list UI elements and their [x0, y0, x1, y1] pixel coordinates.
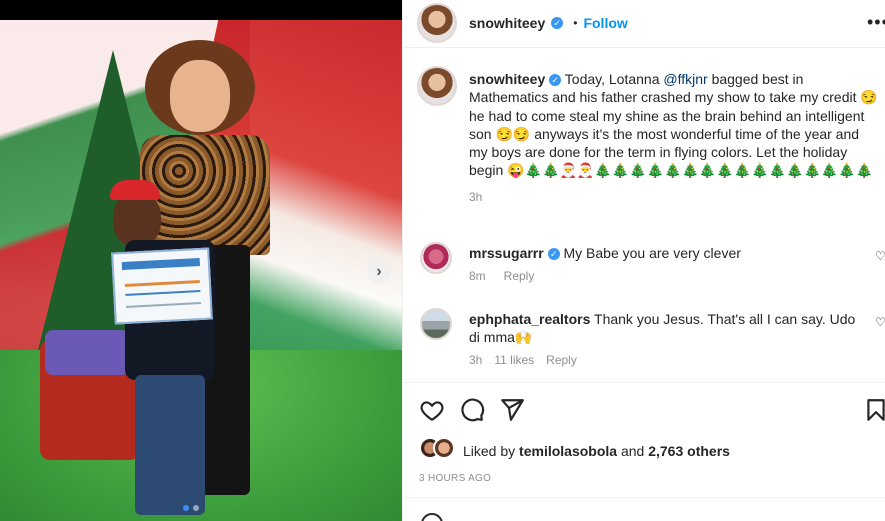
- comment-meta: 8m Reply: [469, 269, 534, 283]
- chevron-right-icon: ›: [376, 263, 382, 280]
- reply-button[interactable]: Reply: [504, 269, 535, 283]
- post-timestamp: 3 HOURS AGO: [419, 473, 492, 484]
- boy-figure: [105, 180, 215, 520]
- follow-button[interactable]: Follow: [583, 15, 627, 31]
- add-comment-bar[interactable]: [403, 497, 885, 521]
- comment-like-icon[interactable]: ♡: [875, 249, 885, 263]
- carousel-dot: [183, 505, 189, 511]
- emoji-icon[interactable]: [420, 512, 444, 521]
- carousel-next-button[interactable]: ›: [367, 260, 391, 284]
- post-header: snowhiteey ✓ • Follow •••: [403, 0, 885, 48]
- separator-dot: •: [573, 16, 578, 30]
- carousel-dot: [193, 505, 199, 511]
- caption-text: snowhiteey ✓ Today, Lotanna @ffkjnr bagg…: [469, 70, 879, 206]
- more-options-icon[interactable]: •••: [867, 12, 885, 33]
- commenter-username[interactable]: ephphata_realtors: [469, 311, 590, 327]
- likes-prefix: Liked by: [463, 443, 520, 459]
- share-icon[interactable]: [499, 397, 525, 423]
- carousel-dots: [183, 505, 199, 511]
- caption-avatar[interactable]: [417, 66, 457, 106]
- likes-middle: and: [617, 443, 649, 459]
- photo-top-bar: [0, 0, 402, 20]
- certificate: [111, 247, 213, 325]
- commenter-username[interactable]: mrssugarrr: [469, 245, 544, 261]
- caption-body-2: bagged best in Mathematics and his fathe…: [469, 71, 878, 179]
- comment-time: 3h: [469, 353, 483, 367]
- comment-text: ephphata_realtors Thank you Jesus. That'…: [469, 310, 869, 346]
- photo-scene: [0, 20, 402, 521]
- caption-time: 3h: [469, 189, 483, 204]
- comment-time: 8m: [469, 269, 486, 283]
- commenter-avatar[interactable]: [420, 308, 452, 340]
- comment-body: My Babe you are very clever: [563, 245, 741, 261]
- likes-summary: Liked by temilolasobola and 2,763 others: [463, 443, 730, 459]
- mention-link[interactable]: @ffkjnr: [663, 71, 707, 87]
- author-username[interactable]: snowhiteey: [469, 15, 545, 31]
- verified-icon: ✓: [549, 74, 562, 86]
- verified-icon: ✓: [551, 17, 564, 29]
- liker-avatar: [433, 437, 455, 459]
- likes-count[interactable]: 2,763 others: [648, 443, 730, 459]
- commenter-avatar[interactable]: [420, 242, 452, 274]
- bookmark-icon[interactable]: [863, 397, 885, 423]
- comment-icon[interactable]: [459, 397, 485, 423]
- instagram-post-view: › snowhiteey ✓ • Follow ••• snowhiteey ✓…: [0, 0, 885, 521]
- caption-body-1: Today, Lotanna: [564, 71, 664, 87]
- caption-username[interactable]: snowhiteey: [469, 71, 545, 87]
- comment-text: mrssugarrr ✓ My Babe you are very clever: [469, 244, 869, 262]
- comment-likes[interactable]: 11 likes: [494, 353, 534, 367]
- liker-username[interactable]: temilolasobola: [519, 443, 617, 459]
- post-actions: Liked by temilolasobola and 2,763 others…: [403, 382, 885, 497]
- comment-like-icon[interactable]: ♡: [875, 315, 885, 329]
- post-side-panel: snowhiteey ✓ • Follow ••• snowhiteey ✓ T…: [402, 0, 885, 521]
- reply-button[interactable]: Reply: [546, 353, 577, 367]
- author-avatar[interactable]: [417, 3, 457, 43]
- verified-icon: ✓: [547, 248, 560, 260]
- liker-avatars[interactable]: [419, 437, 459, 461]
- comment-meta: 3h 11 likes Reply: [469, 353, 577, 367]
- post-photo[interactable]: ›: [0, 0, 402, 521]
- heart-icon[interactable]: [419, 397, 445, 423]
